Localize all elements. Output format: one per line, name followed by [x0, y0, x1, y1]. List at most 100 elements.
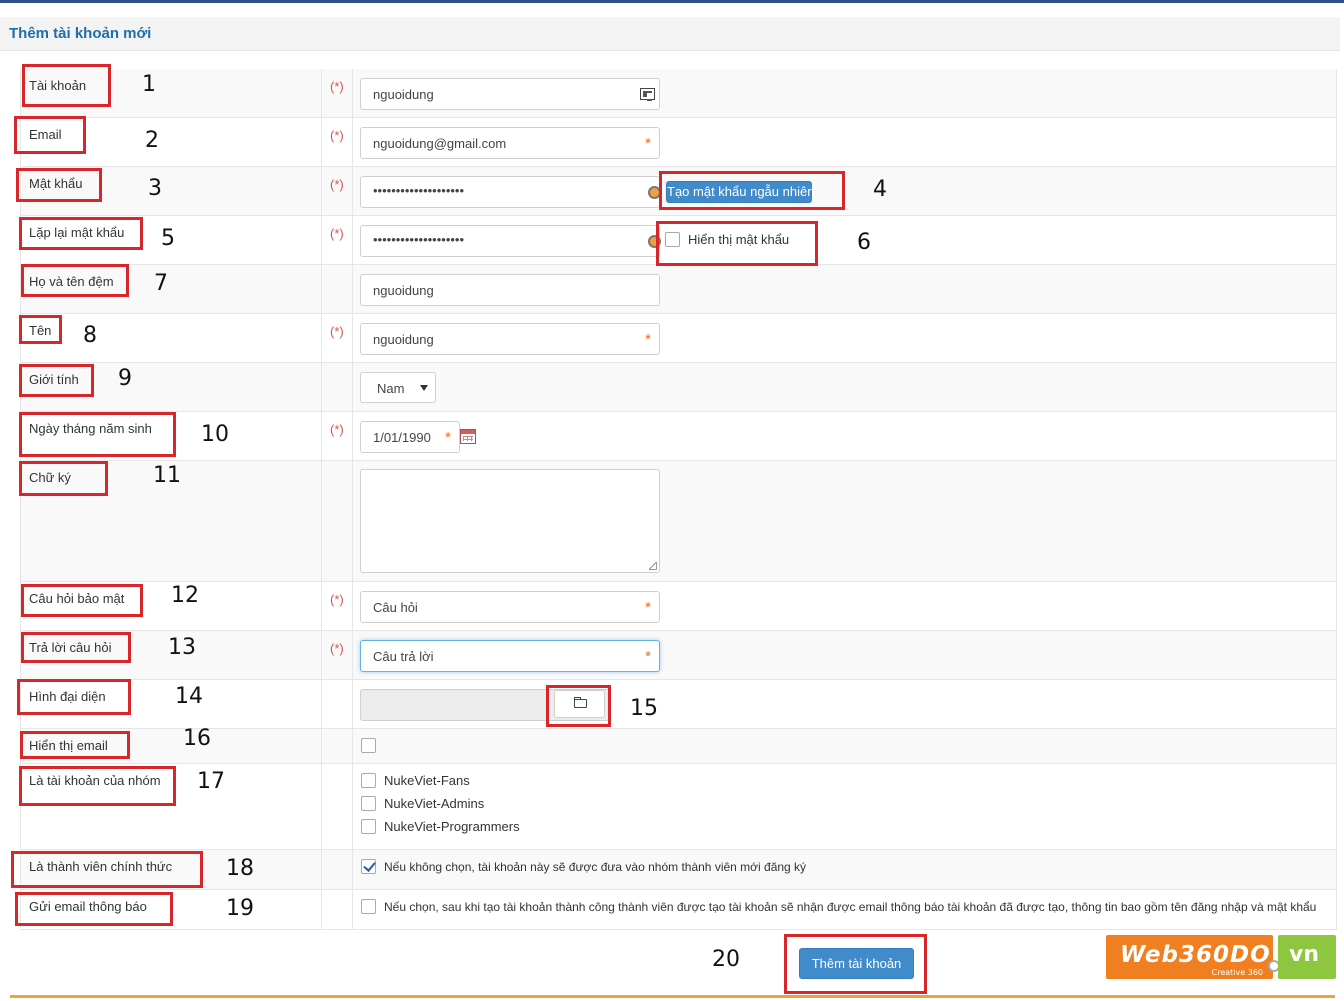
annotation-box-6 — [656, 221, 818, 266]
annotation-box-19 — [15, 892, 173, 926]
row-first-name — [20, 314, 1337, 363]
annotation-box-7 — [21, 264, 129, 297]
annotation-number-19: 19 — [226, 896, 254, 921]
required-marker: (*) — [330, 592, 344, 607]
send-email-note: Nếu chọn, sau khi tạo tài khoản thành cô… — [384, 900, 1317, 914]
required-marker: (*) — [330, 226, 344, 241]
row-email — [20, 118, 1337, 167]
annotation-number-11: 11 — [153, 463, 181, 488]
row-last-name — [20, 265, 1337, 314]
username-input[interactable]: nguoidung — [360, 78, 660, 110]
email-input[interactable]: nguoidung@gmail.com * — [360, 127, 660, 159]
annotation-box-2 — [14, 116, 86, 154]
row-answer — [20, 631, 1337, 680]
chevron-down-icon — [420, 385, 428, 391]
annotation-number-15: 15 — [630, 696, 658, 721]
annotation-box-17 — [19, 766, 176, 806]
group-checkbox-fans[interactable] — [361, 773, 376, 788]
annotation-box-15 — [546, 685, 611, 727]
group-checkbox-programmers[interactable] — [361, 819, 376, 834]
row-view-email — [20, 729, 1337, 764]
row-question — [20, 582, 1337, 631]
annotation-box-9 — [19, 364, 94, 397]
group-label-fans: NukeViet-Fans — [384, 773, 470, 788]
page-title: Thêm tài khoản mới — [9, 25, 152, 42]
answer-value: Câu trả lời — [373, 649, 434, 664]
official-note: Nếu không chọn, tài khoản này sẽ được đư… — [384, 860, 807, 874]
username-value: nguoidung — [373, 87, 434, 102]
annotation-number-3: 3 — [148, 176, 162, 201]
bottom-divider — [10, 995, 1335, 998]
row-username — [20, 69, 1337, 118]
annotation-box-14 — [17, 679, 131, 715]
annotation-number-13: 13 — [168, 635, 196, 660]
annotation-number-20: 20 — [712, 947, 740, 972]
annotation-number-14: 14 — [175, 684, 203, 709]
view-email-checkbox[interactable] — [361, 738, 376, 753]
contact-card-icon[interactable] — [640, 88, 655, 101]
required-star: * — [645, 331, 651, 348]
annotation-box-4 — [659, 171, 845, 210]
password-input[interactable]: •••••••••••••••••••• — [360, 176, 661, 208]
logo-tagline: Creative 360 — [1211, 968, 1263, 977]
required-star: * — [645, 648, 651, 665]
logo-tld-text: vn — [1289, 942, 1320, 967]
logo-brand-text: Web360DO — [1120, 942, 1271, 968]
annotation-box-5 — [19, 217, 143, 250]
annotation-number-7: 7 — [154, 271, 168, 296]
logo-tld-badge: vn — [1278, 935, 1336, 979]
row-gender — [20, 363, 1337, 412]
annotation-box-3 — [16, 168, 102, 202]
signature-textarea[interactable] — [360, 469, 660, 573]
password-repeat-input[interactable]: •••••••••••••••••••• — [360, 225, 661, 257]
official-checkbox[interactable] — [361, 859, 376, 874]
annotation-box-11 — [19, 461, 108, 496]
annotation-number-10: 10 — [201, 422, 229, 447]
annotation-box-18 — [11, 851, 203, 888]
panel-header: Thêm tài khoản mới — [0, 17, 1340, 51]
annotation-box-20 — [784, 934, 927, 994]
question-input[interactable]: Câu hỏi * — [360, 591, 660, 623]
required-marker: (*) — [330, 177, 344, 192]
annotation-box-16 — [20, 731, 130, 759]
annotation-box-13 — [21, 632, 131, 663]
annotation-number-12: 12 — [171, 583, 199, 608]
annotation-number-4: 4 — [873, 177, 887, 202]
email-value: nguoidung@gmail.com — [373, 136, 507, 151]
annotation-number-2: 2 — [145, 128, 159, 153]
password-repeat-value: •••••••••••••••••••• — [373, 232, 465, 247]
calendar-icon[interactable] — [460, 429, 476, 444]
required-marker: (*) — [330, 79, 344, 94]
annotation-box-8 — [19, 315, 62, 344]
web360do-logo: Web360DO Creative 360 — [1106, 935, 1273, 979]
annotation-number-1: 1 — [142, 72, 156, 97]
annotation-box-1 — [22, 64, 111, 107]
required-star: * — [645, 135, 651, 152]
row-signature — [20, 461, 1337, 582]
row-avatar — [20, 680, 1337, 729]
required-star: * — [645, 599, 651, 616]
answer-input[interactable]: Câu trả lời * — [360, 640, 660, 672]
password-value: •••••••••••••••••••• — [373, 183, 465, 198]
group-checkbox-admins[interactable] — [361, 796, 376, 811]
top-bar — [0, 0, 1344, 3]
annotation-number-8: 8 — [83, 323, 97, 348]
required-marker: (*) — [330, 641, 344, 656]
last-name-input[interactable]: nguoidung — [360, 274, 660, 306]
birthday-value: 1/01/1990 — [373, 430, 431, 445]
send-email-checkbox[interactable] — [361, 899, 376, 914]
gender-value: Nam — [377, 381, 405, 396]
annotation-box-12 — [21, 584, 143, 617]
required-marker: (*) — [330, 128, 344, 143]
annotation-number-5: 5 — [161, 226, 175, 251]
gender-select[interactable]: Nam — [360, 372, 436, 403]
first-name-value: nguoidung — [373, 332, 434, 347]
required-marker: (*) — [330, 324, 344, 339]
question-value: Câu hỏi — [373, 600, 418, 615]
birthday-input[interactable]: 1/01/1990 * — [360, 421, 460, 453]
group-label-admins: NukeViet-Admins — [384, 796, 485, 811]
annotation-number-17: 17 — [197, 769, 225, 794]
group-label-programmers: NukeViet-Programmers — [384, 819, 520, 834]
annotation-number-9: 9 — [118, 366, 132, 391]
first-name-input[interactable]: nguoidung * — [360, 323, 660, 355]
